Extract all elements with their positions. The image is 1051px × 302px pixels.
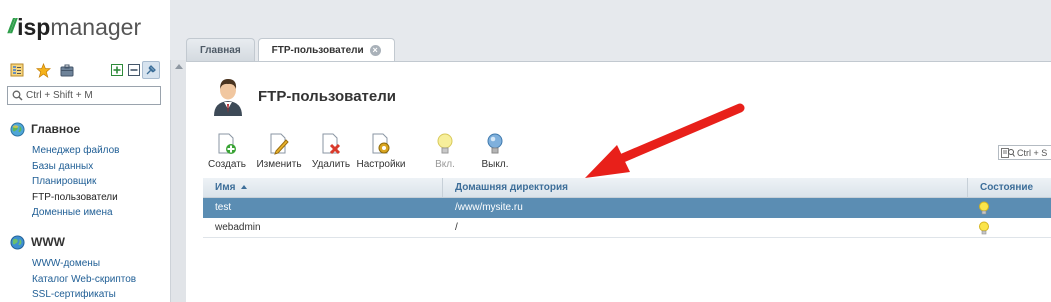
settings-icon [370, 132, 392, 156]
toolbar: Создать Изменить Удалить Настройки Вкл. [202, 132, 520, 172]
create-label: Создать [207, 159, 246, 170]
logo-text-manager: manager [50, 13, 142, 40]
globe-blue-icon [10, 234, 25, 250]
row-home-dir: / [455, 222, 458, 233]
tree-view-icon[interactable] [8, 61, 26, 79]
tab-ftp-users[interactable]: FTP-пользователи × [257, 38, 395, 62]
enable-button[interactable]: Вкл. [420, 132, 470, 172]
tab-bar: Главная FTP-пользователи × [186, 38, 398, 62]
bulb-off-icon [486, 132, 504, 156]
pin-icon[interactable] [142, 61, 160, 79]
create-icon [216, 132, 238, 156]
sidebar-item-ftp-users[interactable]: FTP-пользователи [32, 190, 120, 206]
bulb-on-icon [978, 201, 990, 215]
tab-main-label: Главная [200, 45, 241, 56]
tab-ftp-users-label: FTP-пользователи [271, 45, 364, 56]
expand-all-icon[interactable] [108, 61, 126, 79]
sidebar-item-www-domains[interactable]: WWW-домены [32, 256, 136, 272]
filter-search-icon [1001, 147, 1015, 158]
page-header: FTP-пользователи [210, 74, 396, 118]
globe-green-icon [10, 121, 25, 137]
enable-label: Вкл. [435, 159, 455, 170]
sidebar-item-ssl-certificates[interactable]: SSL-сертификаты [32, 287, 136, 302]
settings-label: Настройки [356, 159, 406, 170]
create-button[interactable]: Создать [202, 132, 252, 172]
ispmanager-logo: // isp manager [8, 12, 141, 42]
user-avatar-icon [210, 75, 246, 117]
sidebar-item-web-scripts-catalog[interactable]: Каталог Web-скриптов [32, 272, 136, 288]
close-tab-icon[interactable]: × [369, 45, 381, 56]
nav-group-main: Главное Менеджер файлов Базы данных План… [10, 121, 120, 221]
bulb-on-icon [978, 221, 990, 235]
tab-main[interactable]: Главная [186, 38, 255, 62]
row-state [968, 198, 1051, 217]
collapse-all-icon[interactable] [125, 61, 143, 79]
column-header-state-label: Состояние [980, 182, 1034, 193]
sidebar-toolbar [8, 60, 160, 80]
nav-group-www-header[interactable]: WWW [10, 234, 136, 250]
nav-group-www: WWW WWW-домены Каталог Web-скриптов SSL-… [10, 234, 136, 302]
sidebar-search-input[interactable] [26, 90, 156, 101]
search-icon [12, 90, 23, 101]
sidebar-item-file-manager[interactable]: Менеджер файлов [32, 143, 120, 159]
sidebar-search[interactable] [7, 86, 161, 105]
row-name: test [215, 202, 232, 213]
row-state [968, 218, 1051, 237]
column-header-home-dir-label: Домашняя директория [455, 182, 569, 193]
row-home-dir: /www/mysite.ru [455, 202, 523, 213]
column-header-home-dir[interactable]: Домашняя директория [443, 178, 968, 197]
delete-label: Удалить [311, 159, 351, 170]
delete-icon [320, 132, 342, 156]
delete-button[interactable]: Удалить [306, 132, 356, 172]
scroll-up-arrow-icon[interactable] [175, 64, 183, 69]
list-search-input[interactable] [1017, 147, 1051, 158]
disable-label: Выкл. [481, 159, 509, 170]
settings-button[interactable]: Настройки [356, 132, 406, 172]
table-row[interactable]: test /www/mysite.ru [203, 198, 1051, 218]
edit-icon [268, 132, 290, 156]
table-row[interactable]: webadmin / [203, 218, 1051, 238]
page-title: FTP-пользователи [258, 87, 396, 105]
favorites-star-icon[interactable] [34, 61, 52, 79]
ftp-users-table: Имя Домашняя директория Состояние test /… [203, 178, 1051, 238]
nav-group-main-header[interactable]: Главное [10, 121, 120, 137]
list-search[interactable] [998, 145, 1051, 160]
edit-button[interactable]: Изменить [252, 132, 306, 172]
sidebar-item-domain-names[interactable]: Доменные имена [32, 205, 120, 221]
sidebar-scrollbar[interactable] [170, 60, 186, 302]
edit-label: Изменить [256, 159, 302, 170]
sidebar: // isp manager Ctrl + Shift + M Главное … [0, 0, 170, 302]
bulb-on-icon [436, 132, 454, 156]
logo-mark: // [8, 15, 16, 38]
row-name: webadmin [215, 222, 261, 233]
sidebar-item-databases[interactable]: Базы данных [32, 159, 120, 175]
sort-ascending-icon [241, 185, 248, 190]
table-header: Имя Домашняя директория Состояние [203, 178, 1051, 198]
briefcase-icon[interactable] [58, 61, 76, 79]
disable-button[interactable]: Выкл. [470, 132, 520, 172]
nav-group-www-title: WWW [31, 235, 65, 249]
sidebar-item-scheduler[interactable]: Планировщик [32, 174, 120, 190]
column-header-name-label: Имя [215, 182, 236, 193]
column-header-state[interactable]: Состояние [968, 178, 1051, 197]
column-header-name[interactable]: Имя [203, 178, 443, 197]
logo-text-isp: isp [17, 13, 51, 40]
nav-group-main-title: Главное [31, 122, 81, 136]
main-panel: FTP-пользователи Создать Изменить Удалит… [186, 61, 1051, 302]
